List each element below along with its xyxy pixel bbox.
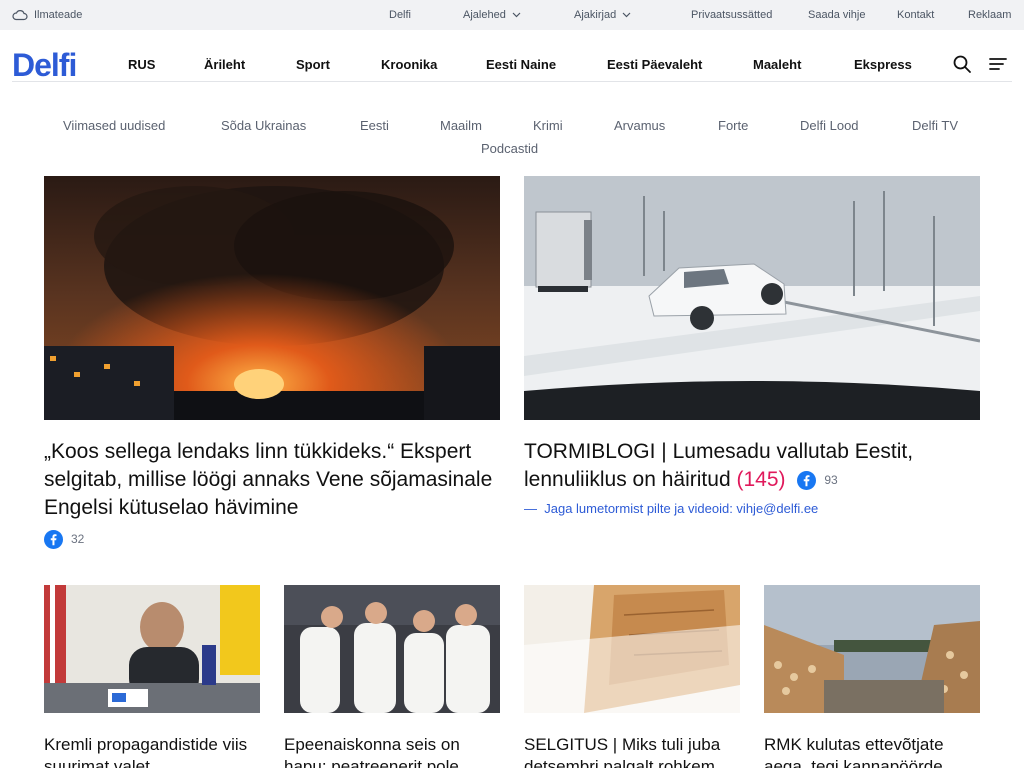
related-link[interactable]: — Jaga lumetormist pilte ja videoid: vih… [524, 501, 818, 516]
privacy-settings-link[interactable]: Privaatsussätted [691, 0, 772, 30]
article-image-3[interactable] [524, 585, 740, 713]
article-title-4[interactable]: RMK kulutas ettevõtjate aega, tegi kanna… [764, 734, 980, 768]
delfi-link-label: Delfi [389, 9, 412, 21]
weather-label: Ilmateade [34, 9, 83, 21]
top-utility-bar: Ilmateade Delfi Ajalehed Ajakirjad Priva… [0, 0, 1024, 30]
lead-article-title-1[interactable]: „Koos sellega lendaks linn tükkideks.“ E… [44, 438, 504, 522]
cloud-icon [12, 10, 28, 21]
article-title-1[interactable]: Kremli propagandistide viis suurimat val… [44, 734, 260, 768]
article-image-2[interactable] [284, 585, 500, 713]
nav-item-eesti-naine[interactable]: Eesti Naine [486, 44, 556, 82]
tip-label: Saada vihje [808, 9, 866, 21]
nav-item-maaleht[interactable]: Maaleht [753, 44, 801, 82]
newspapers-dropdown[interactable]: Ajalehed [463, 0, 521, 30]
article-image-1[interactable] [44, 585, 260, 713]
menu-icon[interactable] [988, 54, 1008, 74]
newspapers-label: Ajalehed [463, 9, 506, 21]
comment-count[interactable]: (145) [736, 468, 785, 491]
article-image-4[interactable] [764, 585, 980, 713]
contact-link[interactable]: Kontakt [897, 0, 934, 30]
subnav-item-podcasts[interactable]: Podcastid [481, 140, 538, 158]
subnav-item-delfi-lood[interactable]: Delfi Lood [800, 117, 859, 135]
subnav-item-war-ukraine[interactable]: Sõda Ukrainas [221, 117, 306, 135]
chevron-down-icon [622, 12, 631, 18]
article-title-3[interactable]: SELGITUS | Miks tuli juba detsembri palg… [524, 734, 740, 768]
nav-item-arileht[interactable]: Ärileht [204, 44, 245, 82]
contact-label: Kontakt [897, 9, 935, 21]
magazines-dropdown[interactable]: Ajakirjad [574, 0, 631, 30]
nav-item-rus[interactable]: RUS [128, 44, 155, 82]
subnav-item-crime[interactable]: Krimi [533, 117, 563, 135]
facebook-icon [44, 529, 63, 549]
main-header: Delfi RUS Ärileht Sport Kroonika Eesti N… [12, 44, 1012, 84]
advertising-link[interactable]: Reklaam [968, 0, 1011, 30]
nav-item-kroonika[interactable]: Kroonika [381, 44, 437, 82]
subnav-item-latest[interactable]: Viimased uudised [63, 117, 165, 135]
subnav-item-delfi-tv[interactable]: Delfi TV [912, 117, 958, 135]
facebook-share-count-2[interactable]: 93 [797, 466, 838, 494]
delfi-link[interactable]: Delfi [389, 0, 411, 30]
share-count: 93 [824, 473, 838, 488]
subnav-item-estonia[interactable]: Eesti [360, 117, 389, 135]
lead-title-2-text: TORMIBLOGI | Lumesadu vallutab Eestit, l… [524, 440, 914, 491]
lead-article-image-fire[interactable] [44, 176, 500, 420]
lead-article-image-snow[interactable] [524, 176, 980, 420]
chevron-down-icon [512, 12, 521, 18]
privacy-label: Privaatsussätted [691, 9, 773, 21]
dash-marker: — [524, 501, 545, 516]
nav-item-eesti-paevaleht[interactable]: Eesti Päevaleht [607, 44, 702, 82]
nav-item-ekspress[interactable]: Ekspress [854, 44, 912, 82]
weather-link[interactable]: Ilmateade [12, 0, 82, 30]
nav-item-sport[interactable]: Sport [296, 44, 330, 82]
search-icon[interactable] [952, 54, 972, 74]
lead-article-title-2[interactable]: TORMIBLOGI | Lumesadu vallutab Eestit, l… [524, 438, 984, 494]
facebook-icon [797, 470, 817, 490]
article-title-2[interactable]: Epeenaiskonna seis on hapu: peatreenerit… [284, 734, 500, 768]
subnav-item-world[interactable]: Maailm [440, 117, 482, 135]
related-link-text: Jaga lumetormist pilte ja videoid: vihje… [544, 501, 819, 516]
subnav-item-forte[interactable]: Forte [718, 117, 748, 135]
magazines-label: Ajakirjad [574, 9, 617, 21]
subnav-item-opinion[interactable]: Arvamus [614, 117, 665, 135]
share-count: 32 [71, 532, 85, 546]
facebook-share-count-1[interactable]: 32 [44, 529, 84, 549]
ads-label: Reklaam [968, 9, 1012, 21]
delfi-logo[interactable]: Delfi [12, 46, 77, 84]
send-tip-link[interactable]: Saada vihje [808, 0, 866, 30]
